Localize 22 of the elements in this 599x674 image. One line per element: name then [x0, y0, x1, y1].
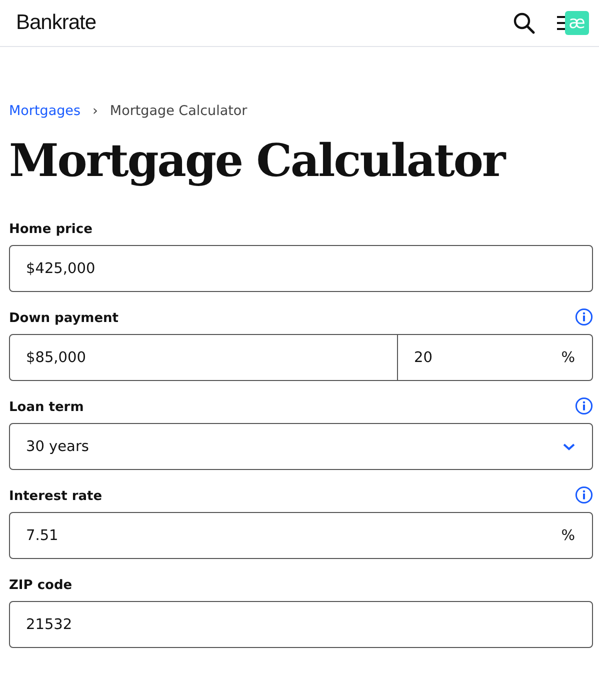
- field-label: Home price: [9, 222, 92, 237]
- search-icon[interactable]: [513, 12, 535, 34]
- field-label: ZIP code: [9, 578, 72, 593]
- input-field[interactable]: $85,000: [9, 334, 398, 381]
- menu-icon[interactable]: [557, 15, 565, 31]
- breadcrumb-separator: ›: [92, 103, 98, 119]
- dropdown[interactable]: 30 years: [9, 423, 593, 470]
- input-field[interactable]: 20 %: [398, 334, 593, 381]
- field-label: Down payment: [9, 311, 118, 326]
- chevron-down-icon: [563, 442, 575, 450]
- input-field[interactable]: 7.51 %: [9, 512, 593, 559]
- logo[interactable]: Bankrate: [16, 11, 96, 35]
- field-label: Interest rate: [9, 489, 102, 504]
- info-icon[interactable]: [575, 486, 593, 504]
- info-icon[interactable]: [575, 308, 593, 326]
- breadcrumb-link[interactable]: Mortgages: [9, 103, 81, 119]
- info-icon[interactable]: [575, 397, 593, 415]
- field-label: Loan term: [9, 400, 84, 415]
- page-title: Mortgage Calculator: [9, 133, 507, 189]
- input-field[interactable]: $425,000: [9, 245, 593, 292]
- breadcrumb-current: Mortgage Calculator: [110, 103, 248, 119]
- input-field[interactable]: 21532: [9, 601, 593, 648]
